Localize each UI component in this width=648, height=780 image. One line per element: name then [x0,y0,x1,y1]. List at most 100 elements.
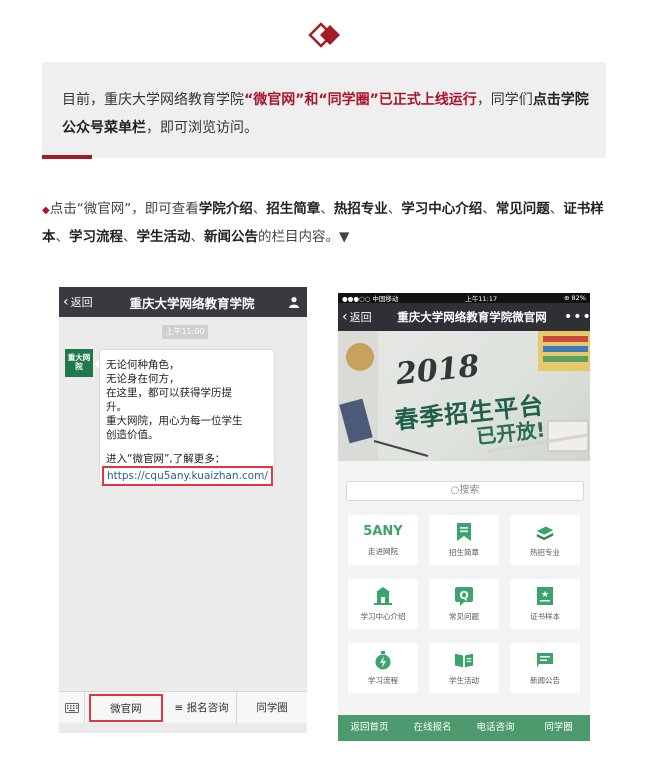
tile-admission-guide[interactable]: 招生简章 [429,515,499,565]
micro-site-link[interactable]: https://cqu5any.kuaizhan.com/ [102,466,273,486]
bullet-icon: ◆ [42,205,50,216]
tile-hot-majors[interactable]: 热招专业 [510,515,580,565]
svg-text:Q: Q [459,589,468,602]
chat-menu-bar: 微官网 ≡ 报名咨询 同学圈 [59,691,307,724]
diamond-ornament-icon [308,22,340,48]
tile-learning-process[interactable]: 学习流程 [348,643,418,693]
site-back-button[interactable]: ‹ 返回 [338,309,380,325]
chat-back-label: 返回 [70,296,93,309]
desc-item: 学习中心介绍 [401,201,483,217]
chevron-left-icon: ‹ [342,309,348,325]
enrollment-banner[interactable]: 2018 春季招生平台 已开放! [338,331,590,461]
question-icon: Q [454,586,474,606]
desc-sep: 、 [320,201,334,217]
site-menu-grid: 5ANY 走进网院 招生简章 热招专业 学习中心介绍 Q 常见问题 ★ 证书样本… [348,515,584,693]
description-tail: 的栏目内容。▼ [258,229,350,245]
site-title: 重庆大学网络教育学院微官网 [397,310,547,324]
desc-item: 常见问题 [495,201,550,217]
tile-label: 热招专业 [530,548,560,557]
message-line: 创造价值。 [106,429,159,441]
books-icon [535,522,555,542]
message-line: 升。 [106,401,127,413]
desc-sep: 、 [252,201,267,217]
lightning-icon [373,650,393,670]
desc-item: 学生活动 [136,229,191,245]
message-line: 在这里，都可以获得学历提 [106,387,232,399]
carrier-signal: ●●●○○ 中国移动 [342,295,399,303]
wechat-chat-screenshot: ‹ 返回 重庆大学网络教育学院 上午11:00 重大网院 无论何种角色， 无论身在… [59,287,307,733]
tile-label: 学习中心介绍 [360,612,406,621]
intro-highlight: “微官网”和“同学圈”已正式上线运行 [244,92,477,108]
tile-news[interactable]: 新闻公告 [510,643,580,693]
chevron-left-icon: ‹ [63,294,69,310]
open-book-icon [454,650,474,670]
tile-label: 招生简章 [449,548,479,557]
desc-sep: 、 [190,229,205,245]
intro-text: 目前，重庆大学网络教育学院“微官网”和“同学圈”已正式上线运行，同学们点击学院公… [62,86,592,142]
description-paragraph: ◆点击“微官网”，即可查看学院介绍、招生简章、热招专业、学习中心介绍、常见问题、… [42,196,608,250]
tile-label: 新闻公告 [530,676,560,685]
intro-part1: 目前，重庆大学网络教育学院 [62,92,244,108]
chat-timestamp: 上午11:00 [162,325,208,339]
menu-classmates[interactable]: 同学圈 [237,692,307,724]
message-line: 重大网院，用心为每一位学生 [106,415,243,427]
intro-box: 目前，重庆大学网络教育学院“微官网”和“同学圈”已正式上线运行，同学们点击学院公… [42,62,606,158]
intro-accent-bar [42,155,92,159]
avatar[interactable]: 重大网院 [65,349,93,377]
desc-item: 学习流程 [69,229,123,245]
chat-back-button[interactable]: ‹ 返回 [59,294,103,310]
intro-part3: ，同学们 [476,92,533,108]
footer-classmates[interactable]: 同学圈 [527,715,590,741]
school-icon [373,586,393,606]
desc-sep: 、 [55,229,70,245]
message-more-line: 进入“微官网”,了解更多： [106,453,226,465]
message-line: 无论何种角色， [106,359,180,371]
tile-faq[interactable]: Q 常见问题 [429,579,499,629]
menu-enroll-consult[interactable]: ≡ 报名咨询 [167,691,238,724]
chat-message-bubble: 无论何种角色， 无论身在何方， 在这里，都可以获得学历提 升。 重大网院，用心为… [99,349,275,486]
footer-phone-consult[interactable]: 电话咨询 [464,715,527,741]
status-time: 上午11:17 [465,295,498,303]
tile-label: 学生活动 [449,676,479,685]
desc-item: 招生简章 [266,201,321,217]
description-lead: 点击“微官网”，即可查看 [49,201,199,217]
footer-home[interactable]: 返回首页 [338,715,401,741]
menu-micro-site[interactable]: 微官网 [89,693,163,722]
intro-part5: ，即可浏览访问。 [146,120,258,136]
person-icon[interactable] [281,296,307,308]
desc-sep: 、 [387,201,402,217]
battery-status: ⊕ 82% [564,294,586,302]
desc-item: 热招专业 [333,201,388,217]
footer-online-apply[interactable]: 在线报名 [401,715,464,741]
bookmark-icon [454,522,474,542]
tile-about[interactable]: 5ANY 走进网院 [348,515,418,565]
tile-label: 常见问题 [449,612,479,621]
flag-icon [535,650,555,670]
tile-label: 走进网院 [368,547,398,556]
desc-item: 新闻公告 [204,229,258,245]
svg-text:★: ★ [541,590,549,600]
certificate-icon: ★ [535,586,555,606]
search-input[interactable]: ○搜索 [346,481,584,501]
tile-student-activities[interactable]: 学生活动 [429,643,499,693]
chat-title: 重庆大学网络教育学院 [129,295,255,311]
5any-logo: 5ANY [363,524,403,539]
search-placeholder: 搜索 [459,485,480,496]
micro-site-screenshot: ●●●○○ 中国移动 上午11:17 ⊕ 82% ‹ 返回 重庆大学网络教育学院微… [338,293,590,741]
desc-item: 学院介绍 [198,201,253,217]
desc-sep: 、 [549,201,564,217]
desc-sep: 、 [123,229,137,245]
tile-certificate-sample[interactable]: ★ 证书样本 [510,579,580,629]
tile-label: 学习流程 [368,676,398,685]
chat-nav-bar: ‹ 返回 重庆大学网络教育学院 [59,287,307,317]
tile-label: 证书样本 [530,612,560,621]
more-icon[interactable]: ••• [564,309,590,325]
message-line: 无论身在何方， [106,373,180,385]
keyboard-icon[interactable] [59,691,85,724]
tile-learning-centers[interactable]: 学习中心介绍 [348,579,418,629]
site-back-label: 返回 [349,311,372,324]
desc-sep: 、 [482,201,496,217]
site-footer-nav: 返回首页 在线报名 电话咨询 同学圈 [338,715,590,741]
phone-status-bar: ●●●○○ 中国移动 上午11:17 ⊕ 82% [338,293,590,303]
site-nav-bar: ‹ 返回 重庆大学网络教育学院微官网 ••• [338,303,590,331]
